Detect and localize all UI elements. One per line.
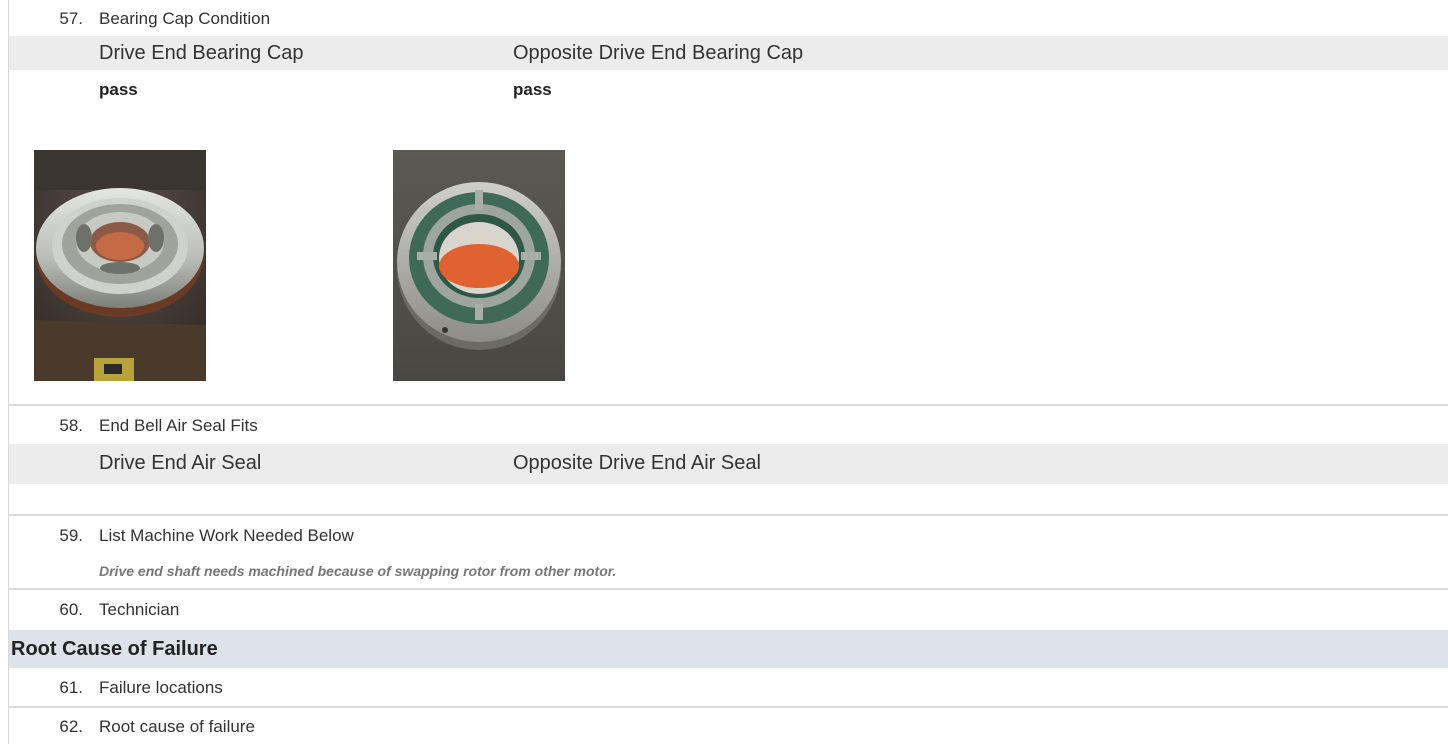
question-60-row: 60. Technician [9, 590, 1448, 628]
air-seal-header-row: Drive End Air Seal Opposite Drive End Ai… [9, 444, 1448, 484]
drive-end-air-seal-header: Drive End Air Seal [99, 452, 262, 474]
question-58-row: 58. End Bell Air Seal Fits [9, 406, 1448, 444]
opposite-drive-end-air-seal-header: Opposite Drive End Air Seal [513, 452, 761, 474]
drive-end-bearing-cap-photo[interactable] [34, 150, 206, 381]
question-number: 59. [59, 526, 83, 545]
question-59-row: 59. List Machine Work Needed Below [9, 516, 1448, 554]
drive-end-bearing-cap-header: Drive End Bearing Cap [99, 42, 304, 64]
opposite-drive-end-bearing-cap-header: Opposite Drive End Bearing Cap [513, 42, 804, 64]
opposite-drive-end-bearing-cap-photo[interactable] [393, 150, 565, 381]
question-label: Technician [99, 600, 180, 619]
question-label: Bearing Cap Condition [99, 9, 271, 28]
question-number: 60. [59, 600, 83, 619]
opposite-drive-end-bearing-cap-value: pass [513, 80, 552, 99]
question-label: List Machine Work Needed Below [99, 526, 354, 545]
question-number: 61. [59, 678, 83, 697]
section-title: Root Cause of Failure [11, 638, 218, 660]
drive-end-bearing-cap-value: pass [99, 80, 138, 99]
question-number: 58. [59, 416, 83, 435]
question-label: End Bell Air Seal Fits [99, 416, 258, 435]
question-label: Failure locations [99, 678, 223, 697]
bearing-cap-values-row: pass pass [9, 70, 1448, 106]
question-label: Root cause of failure [99, 717, 255, 736]
question-62-row: 62. Root cause of failure [9, 708, 1448, 744]
inspection-report: 57. Bearing Cap Condition Drive End Bear… [8, 0, 1448, 744]
question-61-row: 61. Failure locations [9, 668, 1448, 706]
root-cause-section-header: Root Cause of Failure [9, 630, 1448, 668]
question-57-row: 57. Bearing Cap Condition [9, 0, 1448, 36]
machine-work-note: Drive end shaft needs machined because o… [99, 563, 617, 579]
question-number: 57. [59, 9, 83, 28]
bearing-cap-header-row: Drive End Bearing Cap Opposite Drive End… [9, 36, 1448, 70]
question-number: 62. [59, 717, 83, 736]
